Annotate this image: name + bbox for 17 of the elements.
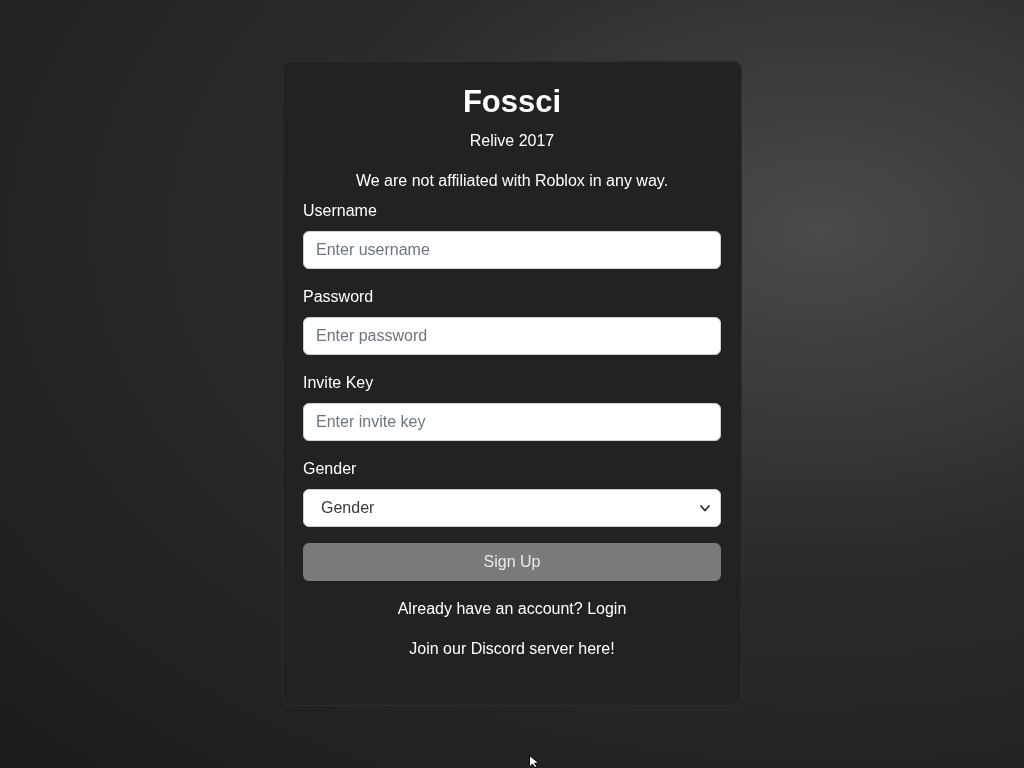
tagline: Relive 2017	[469, 131, 555, 151]
gender-select[interactable]: Gender	[303, 489, 721, 527]
chevron-down-icon	[700, 504, 710, 512]
site-title: Fossci	[462, 83, 562, 121]
disclaimer-text: We are not affiliated with Roblox in any way.	[355, 171, 669, 191]
input-field[interactable]: Enter password	[303, 317, 721, 355]
field-label: Invite Key	[303, 373, 374, 393]
field-label: Password	[303, 287, 374, 307]
mouse-cursor-icon	[529, 755, 540, 768]
input-field[interactable]: Enter invite key	[303, 403, 721, 441]
discord-link[interactable]: Join our Discord server here!	[409, 637, 615, 661]
login-prompt: Already have an account? Login	[397, 599, 627, 619]
input-field[interactable]: Enter username	[303, 231, 721, 269]
field-label: Username	[303, 201, 377, 221]
login-link[interactable]: Login	[587, 600, 627, 617]
field-label: Gender	[303, 459, 357, 479]
sign-up-button[interactable]: Sign Up	[303, 543, 721, 581]
